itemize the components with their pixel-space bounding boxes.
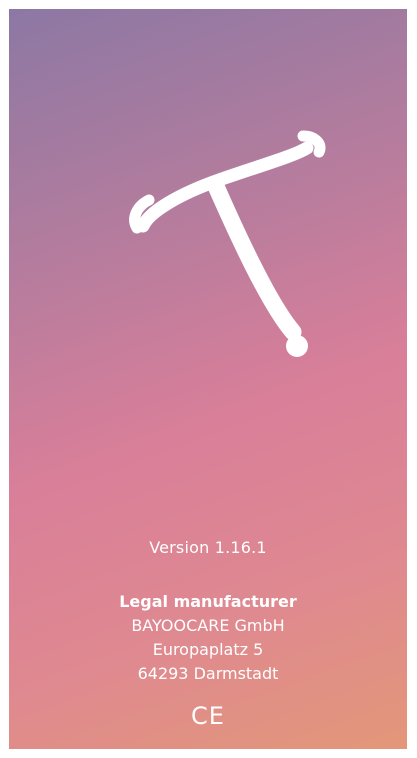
iud-icon	[129, 130, 326, 357]
version-text: Version 1.16.1	[149, 538, 267, 557]
company-name: BAYOOCARE GmbH	[131, 616, 285, 635]
ce-mark-label: CE	[191, 702, 225, 730]
about-screen: Version 1.16.1 Legal manufacturer BAYOOC…	[9, 9, 407, 749]
manufacturer-heading: Legal manufacturer	[119, 592, 297, 611]
city-address: 64293 Darmstadt	[137, 664, 279, 683]
ce-mark-icon: CE	[9, 702, 407, 730]
manufacturer-block: Legal manufacturer BAYOOCARE GmbH Europa…	[9, 590, 407, 686]
street-address: Europaplatz 5	[152, 640, 264, 659]
